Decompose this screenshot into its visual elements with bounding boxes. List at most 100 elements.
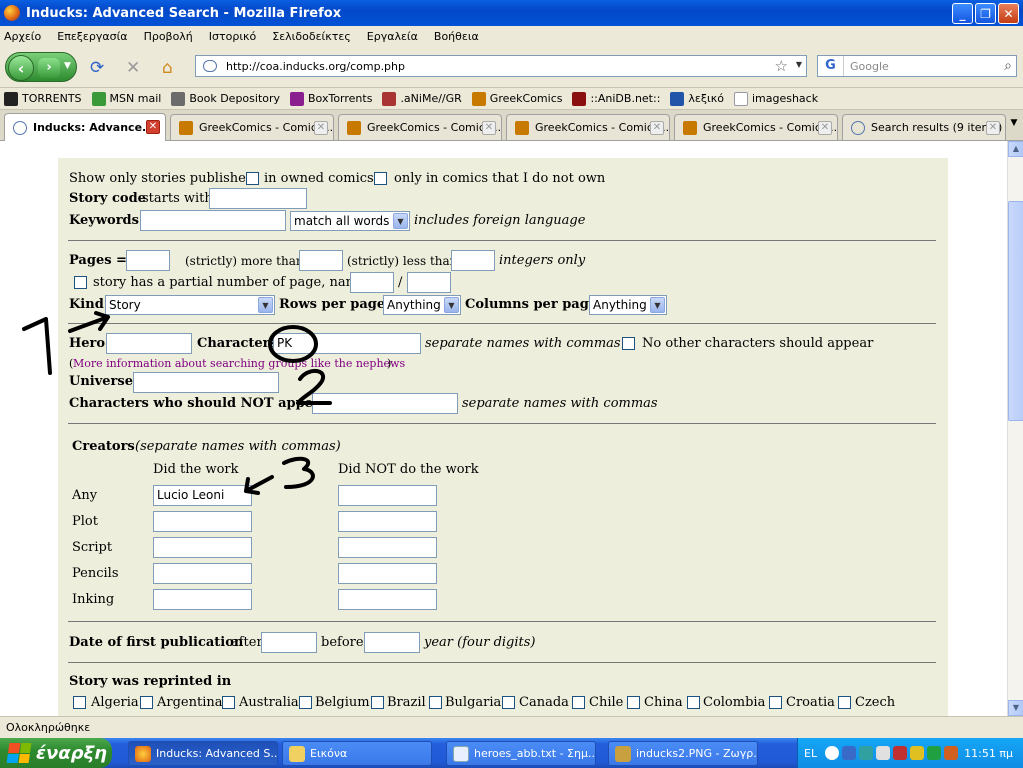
menu-tools[interactable]: Εργαλεία [367,30,418,43]
home-icon[interactable]: ⌂ [162,58,173,78]
search-icon[interactable]: ⌕ [1004,58,1012,74]
storycode-input[interactable] [209,188,307,209]
date-before-input[interactable] [364,632,420,653]
country-checkbox[interactable] [687,696,700,709]
scroll-thumb[interactable] [1008,201,1023,421]
task-notepad[interactable]: heroes_abb.txt - Σημ... [446,741,596,766]
tab-list-dropdown-icon[interactable]: ▼ [1007,118,1021,136]
stop-icon[interactable]: ✕ [126,58,140,78]
characters-input[interactable]: PK [273,333,421,354]
language-indicator[interactable]: EL [804,747,817,760]
universe-input[interactable] [133,372,279,393]
partial-denominator-input[interactable] [407,272,451,293]
scroll-down-icon[interactable]: ▼ [1008,700,1023,716]
menu-bookmarks[interactable]: Σελιδοδείκτες [272,30,351,43]
more-info-link[interactable]: More information about searching groups … [73,357,405,370]
not-owned-checkbox[interactable] [374,172,387,185]
country-checkbox[interactable] [140,696,153,709]
tab-greekcomics[interactable]: GreekComics - Comics... ✕ [674,114,838,140]
maximize-button[interactable]: ❐ [975,3,996,24]
no-other-characters-checkbox[interactable] [622,337,635,350]
plot-did-not-input[interactable] [338,511,437,532]
tab-search-results[interactable]: Search results (9 items) ✕ [842,114,1006,140]
pencils-did-input[interactable] [153,563,252,584]
not-appear-input[interactable] [312,393,458,414]
country-checkbox[interactable] [769,696,782,709]
any-did-not-input[interactable] [338,485,437,506]
bookmark-item[interactable]: ::AniDB.net:: [572,91,660,106]
menu-view[interactable]: Προβολή [144,30,193,43]
menu-history[interactable]: Ιστορικό [209,30,257,43]
date-after-input[interactable] [261,632,317,653]
search-bar[interactable]: G Google ⌕ [817,55,1017,77]
country-checkbox[interactable] [627,696,640,709]
task-firefox[interactable]: Inducks: Advanced S... [128,741,278,766]
columns-per-page-select[interactable]: Anything ▼ [589,295,667,315]
rows-per-page-select[interactable]: Anything ▼ [383,295,461,315]
tab-inducks[interactable]: Inducks: Advance... ✕ [4,113,166,141]
country-checkbox[interactable] [371,696,384,709]
tab-close-icon[interactable]: ✕ [146,120,160,134]
country-checkbox[interactable] [222,696,235,709]
owned-checkbox[interactable] [246,172,259,185]
tab-close-icon[interactable]: ✕ [482,121,496,135]
tab-greekcomics[interactable]: GreekComics - Comics... ✕ [338,114,502,140]
reload-icon[interactable]: ⟳ [90,58,104,78]
bookmark-item[interactable]: TORRENTS [4,91,82,106]
bookmark-item[interactable]: MSN mail [91,91,161,106]
bookmark-item[interactable]: GreekComics [471,91,562,106]
menu-help[interactable]: Βοήθεια [434,30,479,43]
bookmark-item[interactable]: Book Depository [171,91,280,106]
task-folder[interactable]: Εικόνα [282,741,432,766]
partial-checkbox[interactable] [74,276,87,289]
minimize-button[interactable]: _ [952,3,973,24]
pages-more-input[interactable] [299,250,343,271]
menu-edit[interactable]: Επεξεργασία [57,30,127,43]
menu-file[interactable]: Αρχείο [4,30,41,43]
bookmark-item[interactable]: imageshack [733,91,818,106]
kind-select[interactable]: Story ▼ [105,295,275,315]
tab-close-icon[interactable]: ✕ [986,121,1000,135]
history-dropdown-icon[interactable]: ▼ [64,61,71,71]
tab-close-icon[interactable]: ✕ [314,121,328,135]
country-checkbox[interactable] [572,696,585,709]
script-did-input[interactable] [153,537,252,558]
bookmark-item[interactable]: .aNiMe//GR [382,91,462,106]
pencils-did-not-input[interactable] [338,563,437,584]
volume-icon[interactable] [944,746,959,760]
tray-app-icon[interactable] [893,746,908,760]
plot-did-input[interactable] [153,511,252,532]
scroll-up-icon[interactable]: ▲ [1008,141,1023,157]
pages-equal-input[interactable] [126,250,170,271]
tray-app-icon[interactable] [876,746,891,760]
pages-less-input[interactable] [451,250,495,271]
tab-greekcomics[interactable]: GreekComics - Comics... ✕ [170,114,334,140]
script-did-not-input[interactable] [338,537,437,558]
country-checkbox[interactable] [838,696,851,709]
tray-expand-icon[interactable] [825,746,840,760]
tray-app-icon[interactable] [910,746,925,760]
bookmark-item[interactable]: λεξικό [670,91,724,106]
keywords-mode-select[interactable]: match all words ▼ [290,211,410,231]
start-button[interactable]: έναρξη [0,738,112,768]
google-icon[interactable]: G [818,56,844,76]
any-did-input[interactable]: Lucio Leoni [153,485,252,506]
back-arrow-icon[interactable]: ‹ [8,55,34,81]
hero-input[interactable] [106,333,192,354]
network-icon[interactable] [842,746,857,760]
url-bar[interactable]: http://coa.inducks.org/comp.php ☆ ▼ [195,55,807,77]
tab-close-icon[interactable]: ✕ [818,121,832,135]
tab-greekcomics[interactable]: GreekComics - Comics... ✕ [506,114,670,140]
country-checkbox[interactable] [299,696,312,709]
country-checkbox[interactable] [429,696,442,709]
partial-numerator-input[interactable] [350,272,394,293]
tab-close-icon[interactable]: ✕ [650,121,664,135]
vertical-scrollbar[interactable]: ▲ ▼ [1007,141,1023,716]
url-dropdown-icon[interactable]: ▼ [796,60,802,69]
task-paint[interactable]: inducks2.PNG - Ζωγρ... [608,741,758,766]
inking-did-not-input[interactable] [338,589,437,610]
country-checkbox[interactable] [502,696,515,709]
tray-app-icon[interactable] [927,746,942,760]
country-checkbox[interactable] [73,696,86,709]
inking-did-input[interactable] [153,589,252,610]
